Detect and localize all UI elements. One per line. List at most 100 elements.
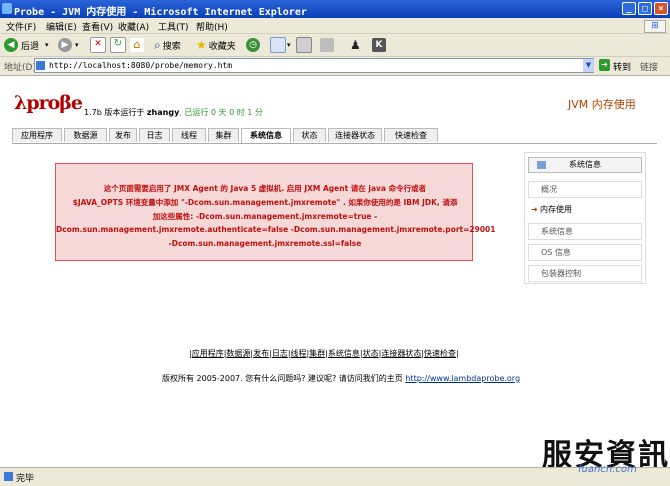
footer-link-applications[interactable]: 应用程序 (192, 349, 224, 358)
menu-edit[interactable]: 编辑(E) (46, 20, 77, 33)
footer-links: |应用程序|数据源|发布|日志|线程|集群|系统信息|状态|连接器状态|快速检查… (189, 349, 459, 358)
warning-line: -Dcom.sun.management.jmxremote.ssl=false (168, 239, 362, 248)
messenger-button[interactable]: ♟ (350, 37, 361, 53)
print-button[interactable] (296, 37, 312, 53)
mail-button[interactable]: ▾ (270, 37, 291, 53)
edit-icon (320, 38, 334, 52)
back-dropdown-icon: ▾ (45, 41, 49, 49)
page-content: λproβe 1.7b 版本运行于 zhangy, 已运行 0 天 0 时 1 … (0, 76, 670, 466)
print-icon (296, 37, 312, 53)
watermark-url: fuancn.com (578, 464, 637, 475)
tab-cluster[interactable]: 集群 (208, 128, 239, 142)
search-icon: ⌕ (154, 37, 161, 52)
research-icon: K (372, 38, 386, 52)
footer-link-cluster[interactable]: 集群 (309, 349, 325, 358)
warning-line: Dcom.sun.management.jmxremote.authentica… (56, 225, 496, 234)
stop-icon: ✕ (90, 37, 106, 53)
address-bar: 地址(D) http://localhost:8080/probe/memory… (0, 57, 670, 76)
sidebar-item-os-info[interactable]: OS 信息 (528, 244, 642, 261)
minimize-button[interactable]: _ (622, 2, 636, 15)
warning-line: 加这些属性: -Dcom.sun.management.jmxremote=tr… (152, 212, 378, 221)
lambda-probe-logo: λproβe (14, 92, 83, 114)
homepage-link[interactable]: http://www.lambdaprobe.org (405, 374, 520, 383)
menu-favorites[interactable]: 收藏(A) (118, 20, 149, 33)
copyright-line: 版权所有 2005-2007. 您有什么问题吗? 建议呢? 请访问我们的主页 h… (162, 373, 520, 384)
footer-link-logs[interactable]: 日志 (272, 349, 288, 358)
window-title: Probe - JVM 内存使用 - Microsoft Internet Ex… (14, 7, 307, 18)
tab-quick-check[interactable]: 快速检查 (384, 128, 438, 142)
home-button[interactable]: ⌂ (130, 37, 144, 53)
refresh-button[interactable]: ↻ (110, 37, 126, 53)
favorites-label: 收藏夹 (208, 41, 236, 52)
refresh-icon: ↻ (110, 37, 126, 53)
favorites-button[interactable]: ★ 收藏夹 (196, 37, 236, 53)
mail-icon (270, 37, 286, 53)
tab-datasources[interactable]: 数据源 (64, 128, 107, 142)
jmx-warning-box: 这个页面需要启用了 JMX Agent 的 Java 5 虚拟机. 启用 JXM… (55, 163, 496, 261)
back-arrow-icon: ◀ (4, 38, 18, 52)
status-text: 完毕 (16, 474, 35, 484)
toolbar: ◀ 后退 ▾ ▶ ▾ ✕ ↻ ⌂ ⌕ 搜索 ★ 收藏夹 ◷ ▾ ♟ K (0, 34, 670, 57)
home-icon: ⌂ (130, 38, 144, 52)
copyright-text: 版权所有 2005-2007. 您有什么问题吗? 建议呢? 请访问我们的主页 (162, 374, 403, 383)
stop-button[interactable]: ✕ (90, 37, 106, 53)
menu-view[interactable]: 查看(V) (82, 20, 113, 33)
sidebar-item-wrapper[interactable]: 包装器控制 (528, 265, 642, 282)
sidebar-header: 系统信息 (528, 157, 642, 173)
tab-applications[interactable]: 应用程序 (12, 128, 62, 142)
sidebar-item-memory[interactable]: ➜ 内存使用 (528, 202, 642, 219)
menu-file[interactable]: 文件(F) (6, 20, 36, 33)
maximize-button[interactable]: □ (638, 2, 652, 15)
links-button[interactable]: 链接 (640, 60, 658, 73)
ie-icon (2, 3, 12, 14)
version-info: 1.7b 版本运行于 zhangy, 已运行 0 天 0 时 1 分 (84, 107, 263, 118)
go-arrow-icon[interactable]: ➔ (599, 59, 610, 71)
window-controls: _ □ × (622, 2, 668, 15)
tab-system-info[interactable]: 系统信息 (241, 128, 291, 143)
sidebar-item-label: 内存使用 (540, 205, 572, 214)
address-input[interactable]: http://localhost:8080/probe/memory.htm (34, 58, 594, 73)
tab-deployment[interactable]: 发布 (109, 128, 137, 142)
footer-link-system-info[interactable]: 系统信息 (328, 349, 360, 358)
tab-logs[interactable]: 日志 (139, 128, 170, 142)
close-button[interactable]: × (654, 2, 668, 15)
page-title: JVM 内存使用 (568, 98, 636, 111)
tab-status[interactable]: 状态 (293, 128, 326, 142)
forward-dropdown-icon: ▾ (75, 41, 79, 49)
sidebar-item-system-info[interactable]: 系统信息 (528, 223, 642, 240)
star-icon: ★ (196, 38, 207, 52)
footer-link-datasources[interactable]: 数据源 (226, 349, 250, 358)
monitor-icon (537, 161, 546, 169)
history-button[interactable]: ◷ (246, 37, 263, 53)
messenger-icon: ♟ (350, 38, 361, 52)
search-label: 搜索 (162, 41, 181, 52)
forward-button[interactable]: ▶ ▾ (58, 37, 79, 53)
search-button[interactable]: ⌕ 搜索 (154, 37, 181, 53)
tab-threads[interactable]: 线程 (172, 128, 206, 142)
footer-link-status[interactable]: 状态 (363, 349, 379, 358)
menu-help[interactable]: 帮助(H) (196, 20, 228, 33)
menu-tools[interactable]: 工具(T) (158, 20, 189, 33)
footer-link-threads[interactable]: 线程 (291, 349, 307, 358)
sidebar-item-overview[interactable]: 概况 (528, 181, 642, 198)
user-name: zhangy (146, 108, 180, 117)
footer-link-connectors[interactable]: 连接器状态 (381, 349, 421, 358)
back-button[interactable]: ◀ 后退 ▾ (4, 37, 49, 53)
footer-link-quick-check[interactable]: 快速检查 (424, 349, 456, 358)
tab-connectors[interactable]: 连接器状态 (328, 128, 382, 142)
arrow-right-icon: ➜ (531, 205, 538, 214)
edit-button[interactable] (320, 37, 334, 53)
title-bar: Probe - JVM 内存使用 - Microsoft Internet Ex… (0, 0, 670, 18)
research-button[interactable]: K (372, 37, 386, 53)
page-done-icon (4, 472, 13, 481)
go-button[interactable]: 转到 (613, 60, 631, 73)
footer-link-deployment[interactable]: 发布 (253, 349, 269, 358)
warning-line: 这个页面需要启用了 JMX Agent 的 Java 5 虚拟机. 启用 JXM… (103, 184, 427, 193)
uptime-text: , 已运行 0 天 0 时 1 分 (179, 108, 263, 117)
tab-bar: 应用程序 数据源 发布 日志 线程 集群 系统信息 状态 连接器状态 快速检查 (12, 128, 657, 144)
page-icon (36, 61, 45, 70)
status-bar: 完毕 (0, 467, 670, 486)
history-icon: ◷ (246, 38, 260, 52)
address-dropdown-icon[interactable]: ▼ (583, 59, 594, 72)
address-label: 地址(D) (4, 63, 36, 73)
